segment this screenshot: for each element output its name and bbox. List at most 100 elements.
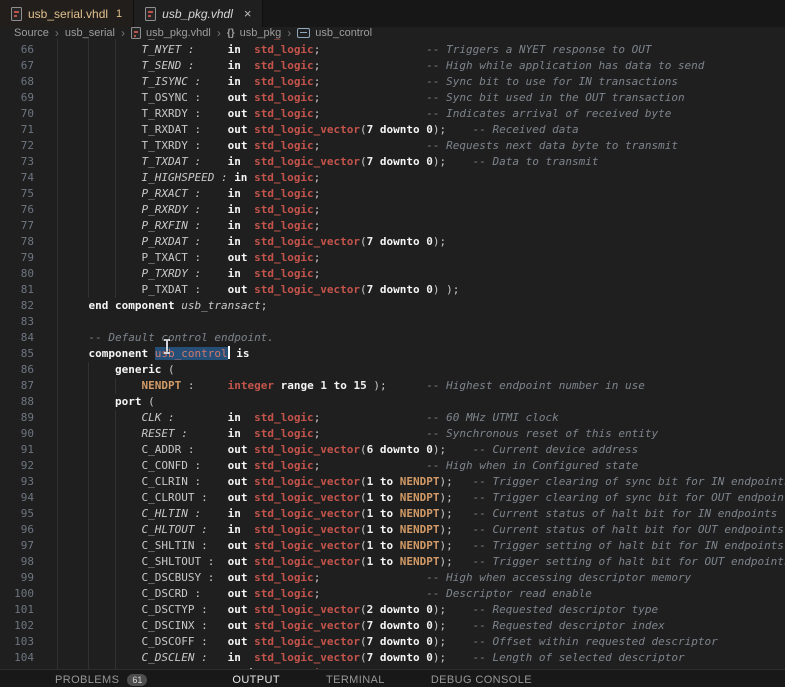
line-number: 99 bbox=[20, 571, 34, 584]
code-line[interactable]: 91 C_ADDR : out std_logic_vector(6 downt… bbox=[0, 442, 785, 458]
indent-guide bbox=[57, 106, 58, 122]
line-number: 83 bbox=[20, 315, 34, 328]
code-line[interactable]: 81 P_TXDAT : out std_logic_vector(7 down… bbox=[0, 282, 785, 298]
breadcrumb-item-usb-pkg[interactable]: usb_pkg bbox=[240, 27, 282, 39]
code-line[interactable]: 84 -- Default control endpoint. bbox=[0, 330, 785, 346]
chevron-right-icon: › bbox=[121, 26, 125, 40]
code-line[interactable]: 68 T_ISYNC : in std_logic; -- Sync bit t… bbox=[0, 74, 785, 90]
indent-guide bbox=[57, 314, 58, 330]
line-number: 77 bbox=[20, 219, 34, 232]
line-number: 92 bbox=[20, 459, 34, 472]
code-line[interactable]: 103 C_DSCOFF : out std_logic_vector(7 do… bbox=[0, 634, 785, 650]
line-number: 96 bbox=[20, 523, 34, 536]
code-line[interactable]: 78 P_RXDAT : in std_logic_vector(7 downt… bbox=[0, 234, 785, 250]
code-line[interactable]: 74 I_HIGHSPEED : in std_logic; bbox=[0, 170, 785, 186]
panel-tab-problems[interactable]: PROBLEMS bbox=[55, 674, 119, 686]
indent-guide bbox=[57, 618, 58, 634]
close-icon[interactable]: × bbox=[244, 7, 252, 20]
indent-guide bbox=[57, 506, 58, 522]
vhdl-file-icon bbox=[145, 6, 157, 21]
line-number: 84 bbox=[20, 331, 34, 344]
line-number: 81 bbox=[20, 283, 34, 296]
line-number: 67 bbox=[20, 59, 34, 72]
code-line[interactable]: 95 C_HLTIN : in std_logic_vector(1 to NE… bbox=[0, 506, 785, 522]
line-number: 71 bbox=[20, 123, 34, 136]
indent-guide bbox=[57, 458, 58, 474]
indent-guide bbox=[57, 90, 58, 106]
code-line[interactable]: 67 T_SEND : in std_logic; -- High while … bbox=[0, 58, 785, 74]
indent-guide bbox=[57, 234, 58, 250]
indent-guide bbox=[57, 138, 58, 154]
line-number: 86 bbox=[20, 363, 34, 376]
line-number: 94 bbox=[20, 491, 34, 504]
namespace-icon: {} bbox=[226, 27, 235, 39]
code-line[interactable]: 100 C_DSCRD : out std_logic; -- Descript… bbox=[0, 586, 785, 602]
code-line[interactable]: 79 P_TXACT : out std_logic; bbox=[0, 250, 785, 266]
code-editor[interactable]: 65 T_NAK : in std_logic; -- Triggers a N… bbox=[0, 39, 785, 669]
tab-label: usb_serial.vhdl bbox=[28, 6, 109, 21]
code-line[interactable]: 99 C_DSCBUSY : out std_logic; -- High wh… bbox=[0, 570, 785, 586]
code-line[interactable]: 69 T_OSYNC : out std_logic; -- Sync bit … bbox=[0, 90, 785, 106]
code-line[interactable]: 71 T_RXDAT : out std_logic_vector(7 down… bbox=[0, 122, 785, 138]
indent-guide bbox=[57, 250, 58, 266]
vhdl-file-icon bbox=[131, 27, 141, 39]
code-line[interactable]: 77 P_RXFIN : in std_logic; bbox=[0, 218, 785, 234]
tab-usb-pkg[interactable]: usb_pkg.vhdl × bbox=[134, 0, 264, 27]
code-line[interactable]: 70 T_RXRDY : out std_logic; -- Indicates… bbox=[0, 106, 785, 122]
line-number: 87 bbox=[20, 379, 34, 392]
code-line[interactable]: 94 C_CLROUT : out std_logic_vector(1 to … bbox=[0, 490, 785, 506]
code-line[interactable]: 72 T_TXRDY : out std_logic; -- Requests … bbox=[0, 138, 785, 154]
indent-guide bbox=[57, 330, 58, 346]
code-line[interactable]: 73 T_TXDAT : in std_logic_vector(7 downt… bbox=[0, 154, 785, 170]
code-line[interactable]: 66 T_NYET : in std_logic; -- Triggers a … bbox=[0, 42, 785, 58]
code-line[interactable]: 90 RESET : in std_logic; -- Synchronous … bbox=[0, 426, 785, 442]
line-number: 91 bbox=[20, 443, 34, 456]
line-number: 76 bbox=[20, 203, 34, 216]
code-line[interactable]: 87 NENDPT : integer range 1 to 15 ); -- … bbox=[0, 378, 785, 394]
indent-guide bbox=[57, 202, 58, 218]
line-number: 82 bbox=[20, 299, 34, 312]
line-number: 89 bbox=[20, 411, 34, 424]
line-number: 78 bbox=[20, 235, 34, 248]
panel-tab-terminal[interactable]: TERMINAL bbox=[326, 674, 385, 686]
chevron-right-icon: › bbox=[287, 26, 292, 40]
tab-label: usb_pkg.vhdl bbox=[162, 6, 233, 21]
code-line[interactable]: 75 P_RXACT : in std_logic; bbox=[0, 186, 785, 202]
breadcrumb-item-usb-control[interactable]: usb_control bbox=[315, 27, 372, 39]
code-line[interactable]: 76 P_RXRDY : in std_logic; bbox=[0, 202, 785, 218]
code-line[interactable]: 93 C_CLRIN : out std_logic_vector(1 to N… bbox=[0, 474, 785, 490]
code-line[interactable]: 89 CLK : in std_logic; -- 60 MHz UTMI cl… bbox=[0, 410, 785, 426]
breadcrumb-item-source[interactable]: Source bbox=[14, 27, 49, 39]
breadcrumb-item-usb-serial[interactable]: usb_serial bbox=[65, 27, 115, 39]
line-number: 95 bbox=[20, 507, 34, 520]
code-line[interactable]: 85 component usb_control is bbox=[0, 346, 785, 362]
line-number: 69 bbox=[20, 91, 34, 104]
code-line[interactable]: 101 C_DSCTYP : out std_logic_vector(2 do… bbox=[0, 602, 785, 618]
indent-guide bbox=[57, 570, 58, 586]
code-line[interactable]: 104 C_DSCLEN : in std_logic_vector(7 dow… bbox=[0, 650, 785, 666]
tab-usb-serial[interactable]: usb_serial.vhdl 1 bbox=[0, 0, 135, 27]
panel-tab-debug-console[interactable]: DEBUG CONSOLE bbox=[431, 674, 532, 686]
code-line[interactable]: 83 bbox=[0, 314, 785, 330]
indent-guide bbox=[57, 442, 58, 458]
code-line[interactable]: 82 end component usb_transact; bbox=[0, 298, 785, 314]
indent-guide bbox=[57, 298, 58, 314]
breadcrumb-item-usb-pkg-file[interactable]: usb_pkg.vhdl bbox=[146, 27, 211, 39]
indent-guide bbox=[57, 170, 58, 186]
indent-guide bbox=[57, 362, 58, 378]
line-number: 80 bbox=[20, 267, 34, 280]
indent-guide bbox=[57, 74, 58, 90]
indent-guide bbox=[57, 186, 58, 202]
indent-guide bbox=[57, 58, 58, 74]
panel-tab-output[interactable]: OUTPUT bbox=[232, 674, 280, 686]
indent-guide bbox=[57, 474, 58, 490]
code-line[interactable]: 86 generic ( bbox=[0, 362, 785, 378]
code-line[interactable]: 88 port ( bbox=[0, 394, 785, 410]
line-number: 93 bbox=[20, 475, 34, 488]
code-line[interactable]: 80 P_TXRDY : in std_logic; bbox=[0, 266, 785, 282]
code-line[interactable]: 96 C_HLTOUT : in std_logic_vector(1 to N… bbox=[0, 522, 785, 538]
code-line[interactable]: 102 C_DSCINX : out std_logic_vector(7 do… bbox=[0, 618, 785, 634]
code-line[interactable]: 97 C_SHLTIN : out std_logic_vector(1 to … bbox=[0, 538, 785, 554]
code-line[interactable]: 92 C_CONFD : out std_logic; -- High when… bbox=[0, 458, 785, 474]
code-line[interactable]: 98 C_SHLTOUT : out std_logic_vector(1 to… bbox=[0, 554, 785, 570]
